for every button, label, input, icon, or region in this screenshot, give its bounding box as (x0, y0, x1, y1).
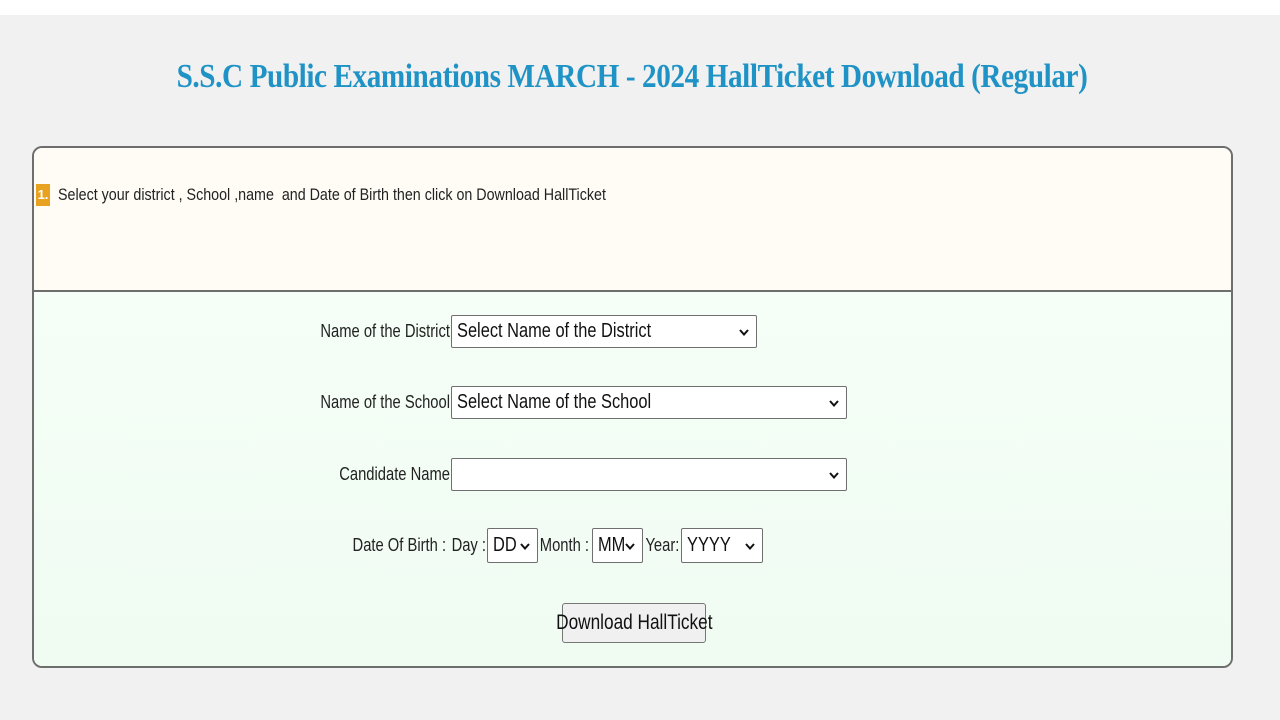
candidate-label: Candidate Name: (339, 464, 454, 484)
district-label-wrap: Name of the District: (234, 315, 454, 348)
candidate-label-wrap: Candidate Name: (234, 458, 454, 491)
chevron-down-icon (739, 328, 749, 336)
top-strip (0, 0, 1280, 15)
district-select-value: Select Name of the District (457, 320, 652, 342)
instruction: 1. Select your district , School ,name a… (36, 184, 710, 206)
dob-label: Date Of Birth : (352, 535, 446, 555)
year-select[interactable]: YYYY (681, 528, 763, 563)
school-label: Name of the School: (320, 392, 454, 412)
school-select-value: Select Name of the School (457, 391, 652, 413)
step-badge: 1. (36, 184, 50, 206)
month-label: Month : (539, 535, 589, 555)
district-label: Name of the District: (320, 321, 454, 341)
chevron-down-icon (829, 471, 839, 479)
day-select-value: DD (493, 534, 517, 556)
month-label-wrap: Month : (524, 528, 589, 563)
instruction-text: Select your district , School ,name and … (58, 185, 606, 204)
year-label-wrap: Year: (634, 528, 679, 563)
hallticket-form-panel: 1. Select your district , School ,name a… (32, 146, 1233, 668)
district-select[interactable]: Select Name of the District (451, 315, 757, 348)
school-select[interactable]: Select Name of the School (451, 386, 847, 419)
form-section: Name of the District: Select Name of the… (34, 292, 1231, 666)
download-hallticket-button[interactable]: Download HallTicket (556, 603, 712, 643)
page-title: S.S.C Public Examinations MARCH - 2024 H… (176, 58, 1088, 95)
day-label-wrap: Day : (434, 528, 486, 563)
year-select-value: YYYY (687, 534, 731, 556)
day-label: Day : (451, 535, 486, 555)
candidate-select[interactable] (451, 458, 847, 491)
chevron-down-icon (829, 399, 839, 407)
school-label-wrap: Name of the School: (234, 386, 454, 419)
download-hallticket-label: Download HallTicket (555, 611, 713, 634)
year-label: Year: (645, 535, 679, 555)
dob-label-wrap: Date Of Birth : (234, 528, 446, 563)
month-select-value: MM (598, 534, 626, 556)
instruction-section: 1. Select your district , School ,name a… (34, 148, 1231, 292)
chevron-down-icon (745, 542, 755, 550)
